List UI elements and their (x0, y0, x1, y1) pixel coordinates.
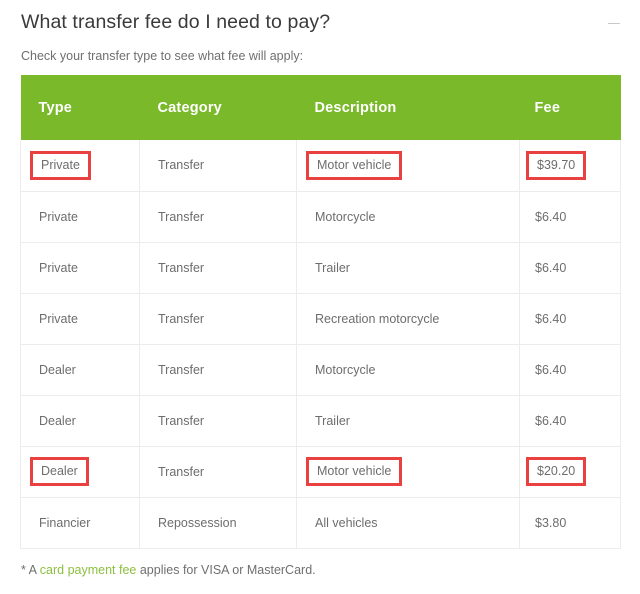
cell-description: Trailer (296, 242, 520, 294)
cell-type: Dealer (20, 344, 140, 396)
cell-type: Dealer (20, 446, 140, 498)
cell-text: Transfer (158, 311, 205, 326)
cell-category: Repossession (139, 497, 297, 549)
panel-header: What transfer fee do I need to pay? (0, 0, 640, 44)
cell-text: $6.40 (535, 362, 567, 377)
card-payment-fee-link[interactable]: card payment fee (40, 563, 137, 577)
highlight-box: $39.70 (526, 150, 587, 180)
footnote-suffix: applies for VISA or MasterCard. (139, 563, 316, 577)
panel-subtitle: Check your transfer type to see what fee… (21, 49, 304, 63)
cell-description: Motorcycle (296, 191, 520, 243)
highlight-box: Private (30, 150, 91, 180)
cell-text: Motorcycle (315, 362, 376, 377)
fee-info-panel: What transfer fee do I need to pay? Chec… (0, 0, 640, 594)
cell-text: Transfer (158, 464, 205, 479)
cell-text: Dealer (39, 362, 76, 377)
cell-description: Trailer (296, 395, 520, 447)
cell-text: Dealer (39, 413, 76, 428)
cell-description: Recreation motorcycle (296, 293, 520, 345)
cell-text: All vehicles (315, 515, 378, 530)
cell-description: Motorcycle (296, 344, 520, 396)
cell-text: Recreation motorcycle (315, 311, 440, 326)
cell-category: Transfer (139, 344, 297, 396)
cell-text: Motorcycle (315, 209, 376, 224)
cell-text: Private (39, 311, 78, 326)
column-header-fee[interactable]: Fee (519, 75, 621, 140)
highlight-box: $20.20 (526, 456, 587, 487)
table-row: Private Transfer Motor vehicle $39.70 (20, 140, 621, 192)
cell-fee: $6.40 (519, 242, 621, 294)
cell-text: $6.40 (535, 260, 567, 275)
minus-icon[interactable] (606, 17, 622, 31)
cell-text: Transfer (158, 158, 205, 173)
cell-category: Transfer (139, 293, 297, 345)
table-row: Private Transfer Trailer $6.40 (20, 242, 621, 294)
cell-fee: $39.70 (519, 140, 621, 192)
column-header-description[interactable]: Description (296, 75, 520, 140)
cell-description: Motor vehicle (296, 140, 520, 192)
cell-type: Financier (20, 497, 140, 549)
cell-description: All vehicles (296, 497, 520, 549)
highlight-box: Motor vehicle (306, 456, 403, 487)
cell-text: Transfer (158, 362, 205, 377)
table-row: Dealer Transfer Motorcycle $6.40 (20, 344, 621, 396)
cell-text: $6.40 (535, 413, 567, 428)
cell-fee: $6.40 (519, 191, 621, 243)
cell-fee: $3.80 (519, 497, 621, 549)
cell-category: Transfer (139, 446, 297, 498)
cell-category: Transfer (139, 140, 297, 192)
cell-text: Private (39, 260, 78, 275)
cell-category: Transfer (139, 191, 297, 243)
cell-text: Repossession (158, 515, 237, 530)
cell-type: Dealer (20, 395, 140, 447)
table-body: Private Transfer Motor vehicle $39.70 Privat… (20, 140, 621, 549)
cell-text: Transfer (158, 209, 205, 224)
footnote: * A card payment fee applies for VISA or… (21, 563, 316, 577)
cell-fee: $6.40 (519, 293, 621, 345)
cell-fee: $20.20 (519, 446, 621, 498)
highlight-box: Dealer (30, 456, 89, 487)
page-title: What transfer fee do I need to pay? (21, 11, 331, 33)
cell-text: Trailer (315, 413, 350, 428)
cell-text: $6.40 (535, 311, 567, 326)
cell-category: Transfer (139, 395, 297, 447)
cell-text: $6.40 (535, 209, 567, 224)
cell-text: Transfer (158, 413, 205, 428)
column-header-category[interactable]: Category (139, 75, 297, 140)
cell-text: Trailer (315, 260, 350, 275)
cell-type: Private (20, 293, 140, 345)
table-row: Private Transfer Motorcycle $6.40 (20, 191, 621, 243)
table-row: Dealer Transfer Trailer $6.40 (20, 395, 621, 447)
transfer-fee-table: Type Category Description Fee Private Tra… (20, 75, 621, 549)
minus-icon-bar (608, 23, 620, 24)
cell-text: Financier (39, 515, 91, 530)
cell-type: Private (20, 140, 140, 192)
cell-type: Private (20, 242, 140, 294)
cell-category: Transfer (139, 242, 297, 294)
footnote-prefix: * A (21, 563, 40, 577)
table-row: Financier Repossession All vehicles $3.80 (20, 497, 621, 549)
cell-type: Private (20, 191, 140, 243)
cell-text: $3.80 (535, 515, 567, 530)
cell-fee: $6.40 (519, 395, 621, 447)
table-header: Type Category Description Fee (20, 75, 621, 140)
cell-text: Transfer (158, 260, 205, 275)
table-header-row: Type Category Description Fee (20, 75, 621, 140)
column-header-type[interactable]: Type (20, 75, 140, 140)
table-row: Private Transfer Recreation motorcycle $6.4… (20, 293, 621, 345)
table-row: Dealer Transfer Motor vehicle $20.20 (20, 446, 621, 498)
highlight-box: Motor vehicle (306, 150, 403, 180)
cell-description: Motor vehicle (296, 446, 520, 498)
cell-fee: $6.40 (519, 344, 621, 396)
cell-text: Private (39, 209, 78, 224)
